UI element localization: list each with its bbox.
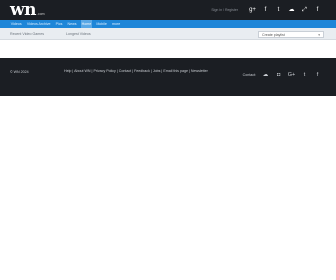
google-plus-icon[interactable]: g+ [246, 5, 259, 15]
social-icons: g+ f t ☁ ⤢ f [246, 5, 324, 15]
tab-recent-video-games[interactable]: Recent Video Games [10, 32, 44, 36]
sub-toolbar: Recent Video Games Longest Videos Create… [0, 28, 336, 40]
footer: © WN 2024 Help | About WN | Privacy Poli… [0, 58, 336, 96]
footer-links: Help | About WN | Privacy Policy | Conta… [64, 69, 208, 73]
content-area [0, 40, 336, 58]
logo-suffix: .com [37, 12, 45, 16]
contact-label: Contact: [242, 73, 256, 77]
copyright-text: © WN 2024 [10, 70, 29, 74]
twitter-icon[interactable]: t [298, 71, 311, 79]
top-header: wn .com Sign in / Register g+ f t ☁ ⤢ f [0, 0, 336, 20]
footer-link-help[interactable]: Help [64, 69, 71, 73]
footer-link-contact[interactable]: Contact [119, 69, 131, 73]
google-plus-icon[interactable]: G+ [285, 71, 298, 79]
signin-link[interactable]: Sign in / Register [211, 8, 238, 12]
footer-contact: Contact: ☁ ◘ G+ t f [243, 71, 324, 79]
footer-link-about[interactable]: About WN [74, 69, 90, 73]
nav-item-pics[interactable]: Pics [55, 20, 63, 28]
footer-link-privacy[interactable]: Privacy Policy [93, 69, 115, 73]
share-icon[interactable]: ⤢ [298, 5, 311, 15]
facebook-icon[interactable]: f [259, 5, 272, 15]
footer-link-jobs[interactable]: Jobs [153, 69, 161, 73]
chat-icon[interactable]: ☁ [259, 71, 272, 79]
nav-item-news[interactable]: News [67, 20, 78, 28]
create-playlist-dropdown[interactable]: Create playlist ▾ [258, 30, 324, 38]
create-playlist-label: Create playlist [262, 32, 285, 37]
chat-icon[interactable]: ☁ [285, 5, 298, 15]
instagram-icon[interactable]: ◘ [272, 71, 285, 79]
facebook-icon[interactable]: f [311, 5, 324, 15]
chevron-down-icon: ▾ [318, 32, 320, 37]
footer-link-feedback[interactable]: Feedback [134, 69, 150, 73]
tab-longest-videos[interactable]: Longest Videos [66, 32, 91, 36]
nav-item-more[interactable]: more [111, 20, 121, 28]
footer-link-newsletter[interactable]: Newsletter [191, 69, 208, 73]
twitter-icon[interactable]: t [272, 5, 285, 15]
facebook-icon[interactable]: f [311, 71, 324, 79]
main-nav: Videos Videos Archive Pics News Home Mob… [0, 20, 336, 28]
nav-item-videos-archive[interactable]: Videos Archive [26, 20, 51, 28]
nav-item-videos[interactable]: Videos [10, 20, 23, 28]
site-logo[interactable]: wn .com [10, 0, 45, 20]
page-body [0, 96, 336, 280]
nav-item-mobile[interactable]: Mobile [96, 20, 108, 28]
header-actions: Sign in / Register g+ f t ☁ ⤢ f [211, 5, 324, 15]
footer-link-email[interactable]: Email this page [163, 69, 188, 73]
nav-item-home[interactable]: Home [80, 20, 93, 28]
logo-text: wn [10, 0, 37, 20]
